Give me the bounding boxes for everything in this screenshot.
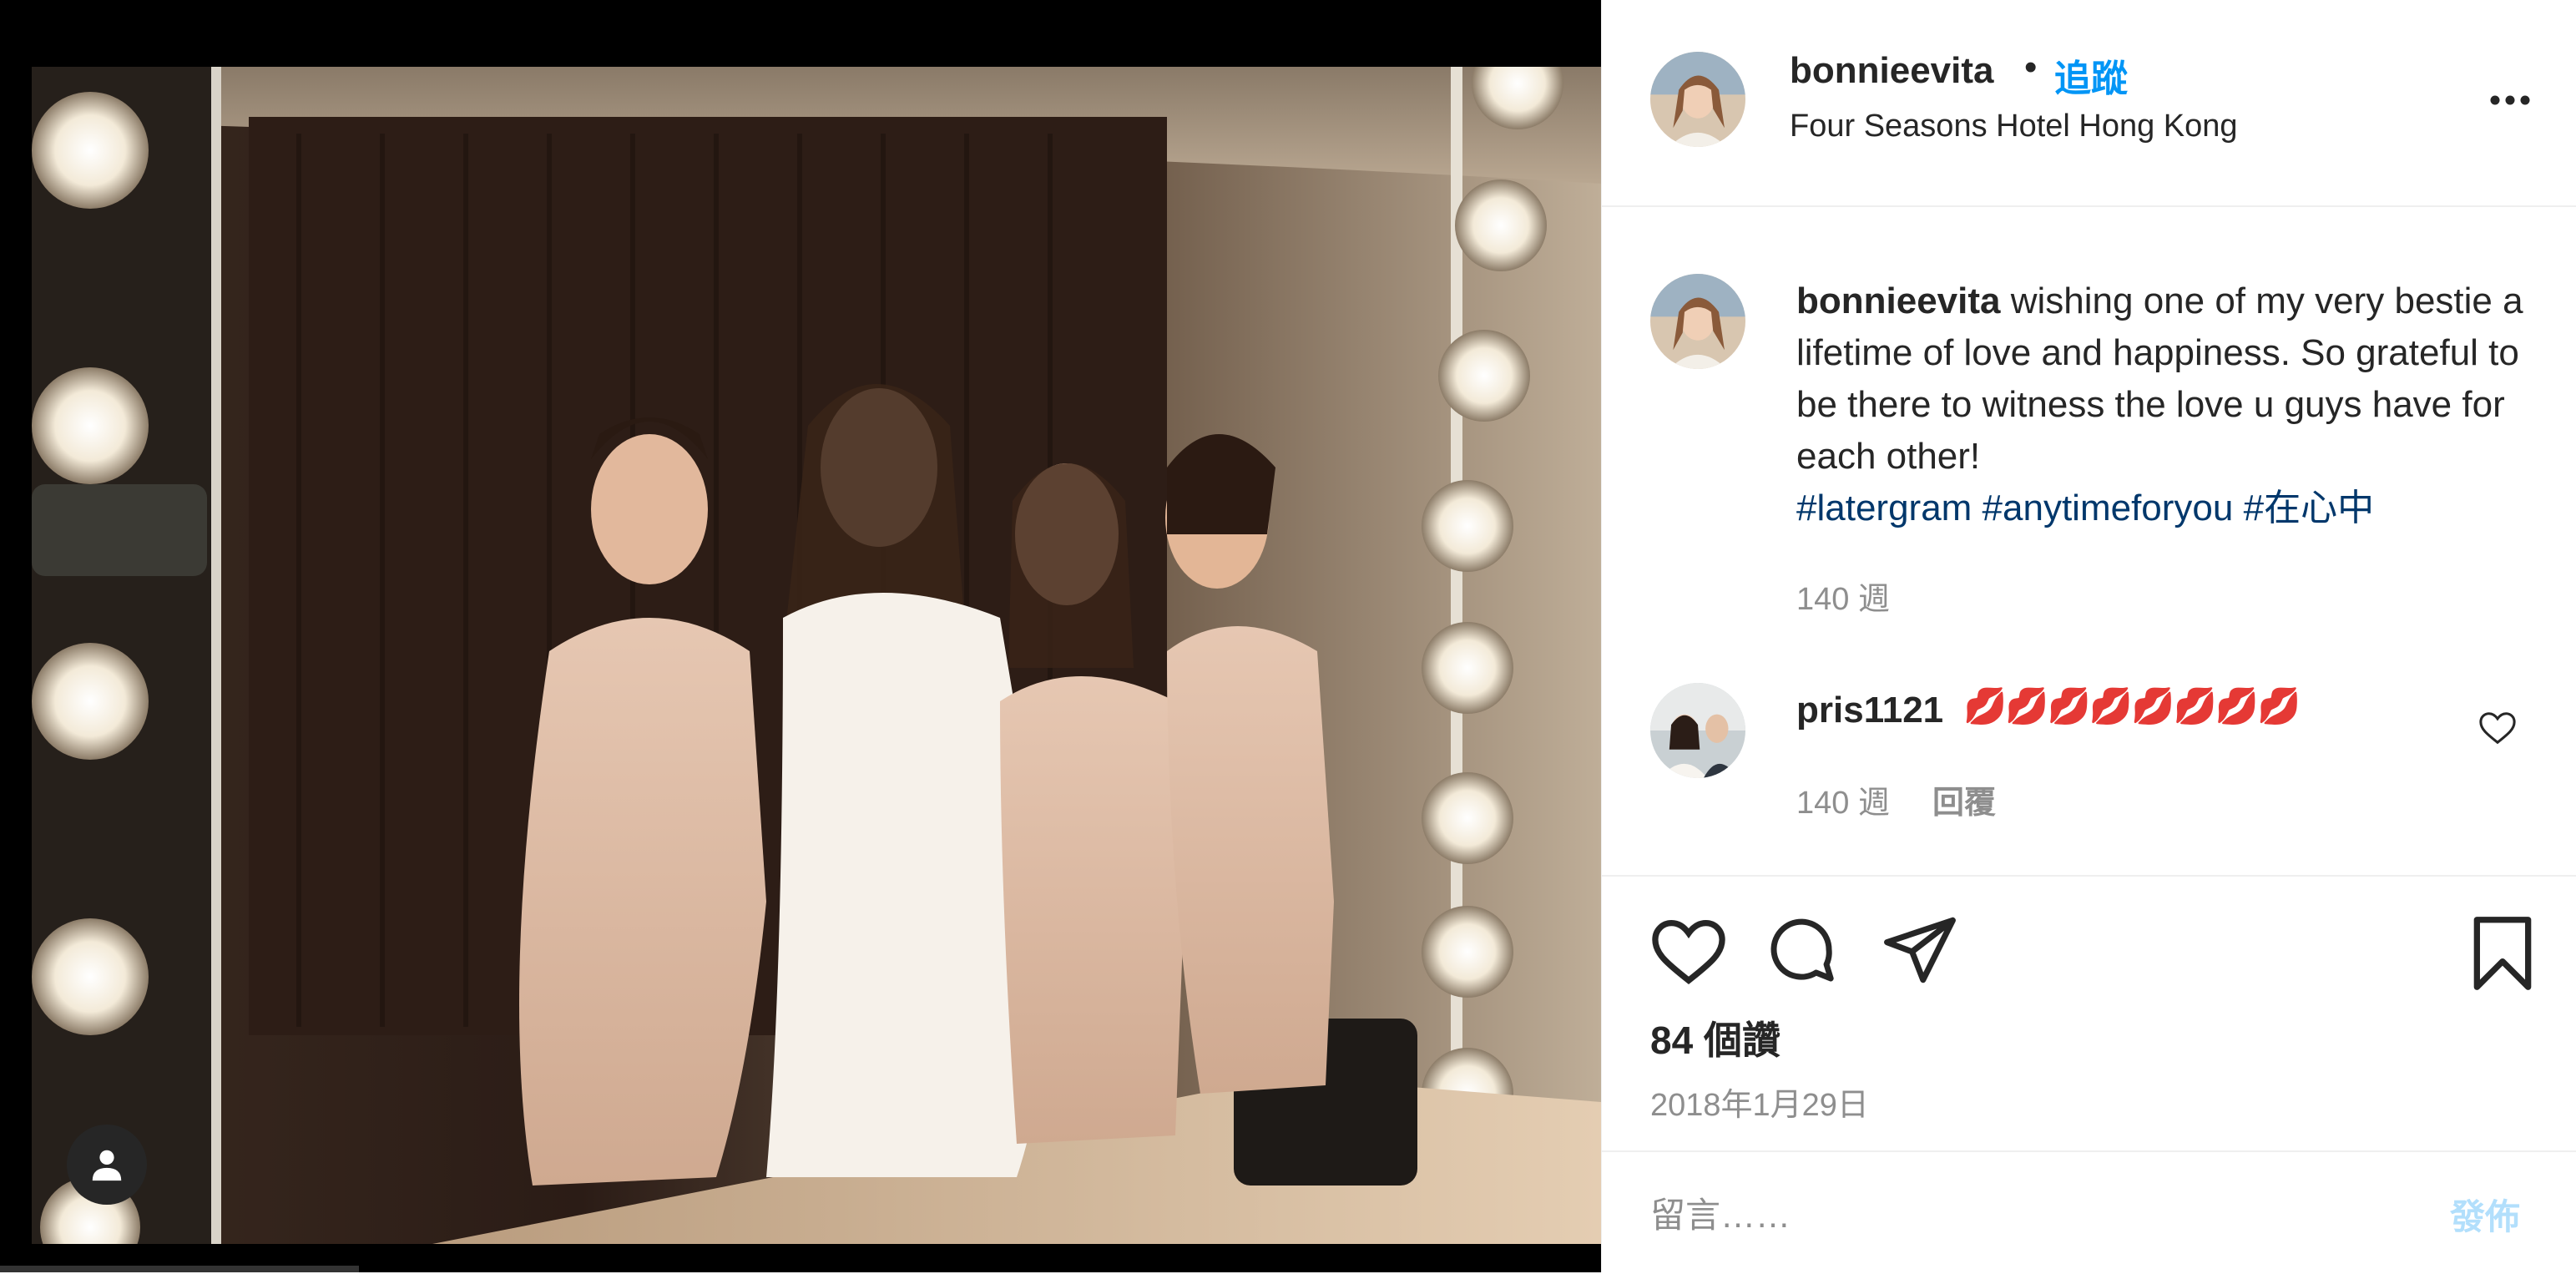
likes-count[interactable]: 84 個讚 [1650,1010,1780,1065]
avatar-image [1650,683,1745,778]
more-options-button[interactable] [2485,83,2535,117]
header-separator: • [2024,47,2038,88]
heart-icon [1652,920,1725,984]
comment-button[interactable] [1765,914,1838,988]
author-avatar[interactable] [1650,52,1745,147]
post-comment-button[interactable]: 發佈 [2450,1189,2520,1240]
post-actions: 84 個讚 2018年1月29日 [1602,875,2576,1152]
user-icon [92,1150,122,1181]
comment-timestamp[interactable]: 140 週 [1796,776,1890,822]
hashtag-link[interactable]: #在心中 [2244,488,2374,528]
like-button[interactable] [1650,917,1727,987]
comment-username[interactable]: pris1121 [1796,690,1943,731]
paper-plane-icon [1884,917,1956,983]
hashtag-link[interactable]: #anytimeforyou [1983,488,2234,528]
add-comment-section: 發佈 [1602,1150,2576,1274]
wedding-photo-image [32,67,1601,1244]
post-caption: bonnieevita wishing one of my very besti… [1796,276,2531,534]
follow-button[interactable]: 追蹤 [2054,48,2128,102]
caption-timestamp[interactable]: 140 週 [1796,573,1890,619]
bookmark-icon [2473,917,2532,990]
comment-text: 💋💋💋💋💋💋💋💋 [1963,686,2301,725]
comment-like-button[interactable] [2478,710,2517,746]
commenter-avatar[interactable] [1650,683,1745,778]
save-button[interactable] [2470,915,2535,992]
share-button[interactable] [1882,915,1957,985]
post-media[interactable] [0,0,1601,1272]
avatar-image [1650,274,1745,369]
caption-avatar[interactable] [1650,274,1745,369]
more-horizontal-icon [2490,95,2530,105]
comment-icon [1770,918,1834,982]
author-username[interactable]: bonnieevita [1790,50,1994,92]
hashtag-link[interactable]: #latergram [1796,488,1972,528]
avatar-image [1650,52,1745,147]
media-progress-strip [0,1266,359,1272]
post-date[interactable]: 2018年1月29日 [1650,1079,1869,1125]
post-header: bonnieevita • 追蹤 Four Seasons Hotel Hong… [1602,0,2576,207]
post-photo[interactable] [32,67,1601,1244]
post-details-panel: bonnieevita • 追蹤 Four Seasons Hotel Hong… [1601,0,2576,1272]
location-link[interactable]: Four Seasons Hotel Hong Kong [1790,109,2238,144]
tagged-users-button[interactable] [67,1125,147,1205]
comment-input[interactable] [1650,1191,2402,1241]
reply-button[interactable]: 回覆 [1932,776,1996,822]
caption-username[interactable]: bonnieevita [1796,281,2001,321]
heart-icon [2479,712,2516,745]
